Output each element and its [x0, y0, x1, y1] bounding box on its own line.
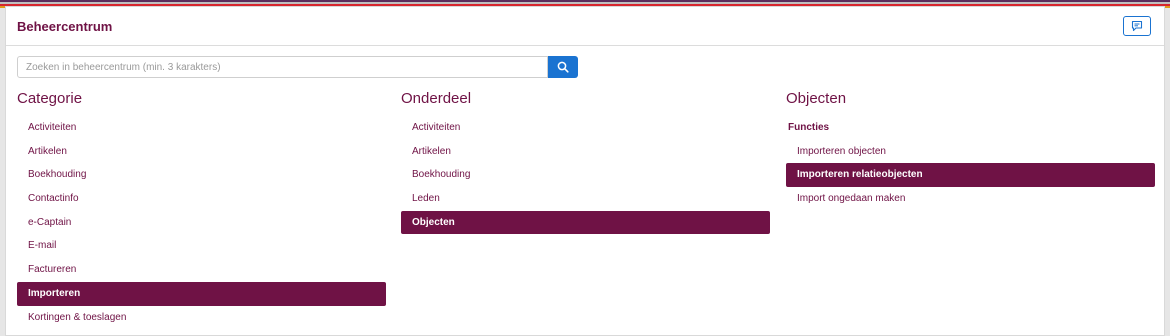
onderdeel-item[interactable]: Artikelen	[401, 140, 770, 164]
search-input[interactable]	[17, 56, 548, 78]
categorie-item[interactable]: Boekhouding	[17, 163, 386, 187]
column-heading-objecten: Objecten	[786, 90, 847, 107]
search-button[interactable]	[548, 56, 578, 78]
beheercentrum-panel: Beheercentrum Categorie Activiteiten Art…	[5, 6, 1165, 336]
categorie-item[interactable]: E-mail	[17, 234, 386, 258]
categorie-item-active[interactable]: Importeren	[17, 281, 386, 306]
categorie-list: Activiteiten Artikelen Boekhouding Conta…	[17, 116, 386, 329]
objecten-list: Functies Importeren objecten Importeren …	[786, 116, 1155, 211]
onderdeel-item[interactable]: Leden	[401, 187, 770, 211]
column-onderdeel: Onderdeel Activiteiten Artikelen Boekhou…	[401, 90, 770, 235]
page-title: Beheercentrum	[17, 18, 113, 34]
onderdeel-item-active[interactable]: Objecten	[401, 210, 770, 235]
chat-icon	[1131, 20, 1143, 32]
categorie-item[interactable]: Artikelen	[17, 140, 386, 164]
search-icon	[557, 61, 569, 73]
onderdeel-list: Activiteiten Artikelen Boekhouding Leden…	[401, 116, 770, 235]
column-heading-categorie: Categorie	[17, 90, 83, 107]
categorie-item[interactable]: Contactinfo	[17, 187, 386, 211]
onderdeel-item[interactable]: Boekhouding	[401, 163, 770, 187]
categorie-item[interactable]: Activiteiten	[17, 116, 386, 140]
panel-header: Beheercentrum	[6, 7, 1164, 46]
group-heading-functies: Functies	[788, 122, 830, 133]
feedback-button[interactable]	[1123, 16, 1151, 36]
column-categorie: Categorie Activiteiten Artikelen Boekhou…	[17, 90, 386, 329]
categorie-item[interactable]: e-Captain	[17, 211, 386, 235]
column-heading-onderdeel: Onderdeel	[401, 90, 472, 107]
onderdeel-item[interactable]: Activiteiten	[401, 116, 770, 140]
search-bar	[17, 56, 578, 78]
objecten-item-active[interactable]: Importeren relatieobjecten	[786, 163, 1155, 188]
objecten-item[interactable]: Importeren objecten	[786, 140, 1155, 164]
categorie-item[interactable]: Factureren	[17, 258, 386, 282]
objecten-item[interactable]: Import ongedaan maken	[786, 187, 1155, 211]
column-objecten: Objecten Functies Importeren objecten Im…	[786, 90, 1155, 211]
